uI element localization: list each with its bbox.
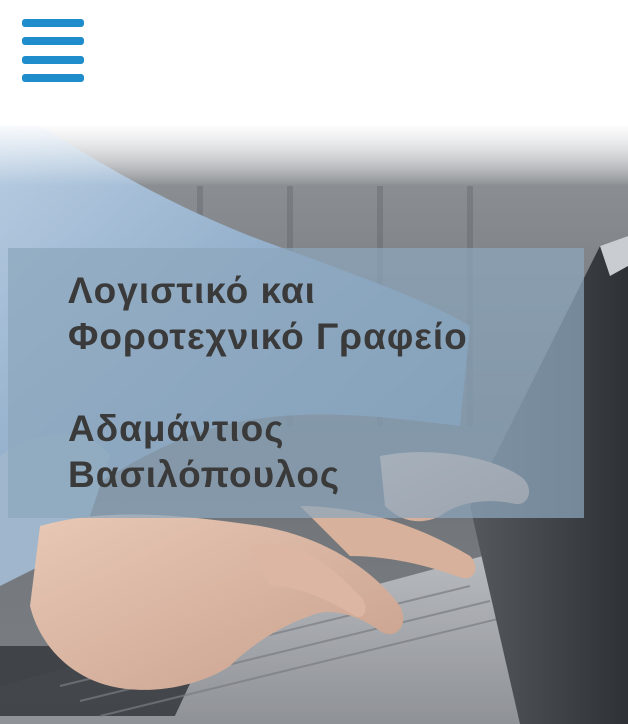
hero-name-line2: Βασιλόπουλος [68,454,341,495]
menu-bar-icon [22,37,84,45]
hero-title-line2: Φοροτεχνικό Γραφείο [68,316,468,357]
menu-bar-icon [22,56,84,64]
hero-text-overlay: Λογιστικό και Φοροτεχνικό Γραφείο Αδαμάν… [8,248,584,518]
hero-title-line1: Λογιστικό και [68,270,316,311]
menu-bar-icon [22,74,84,82]
hero-name-line1: Αδαμάντιος [68,408,285,449]
hero-banner: Λογιστικό και Φοροτεχνικό Γραφείο Αδαμάν… [0,126,628,724]
menu-bar-icon [22,19,84,27]
hamburger-menu-icon[interactable] [22,19,84,83]
site-header [0,0,628,126]
